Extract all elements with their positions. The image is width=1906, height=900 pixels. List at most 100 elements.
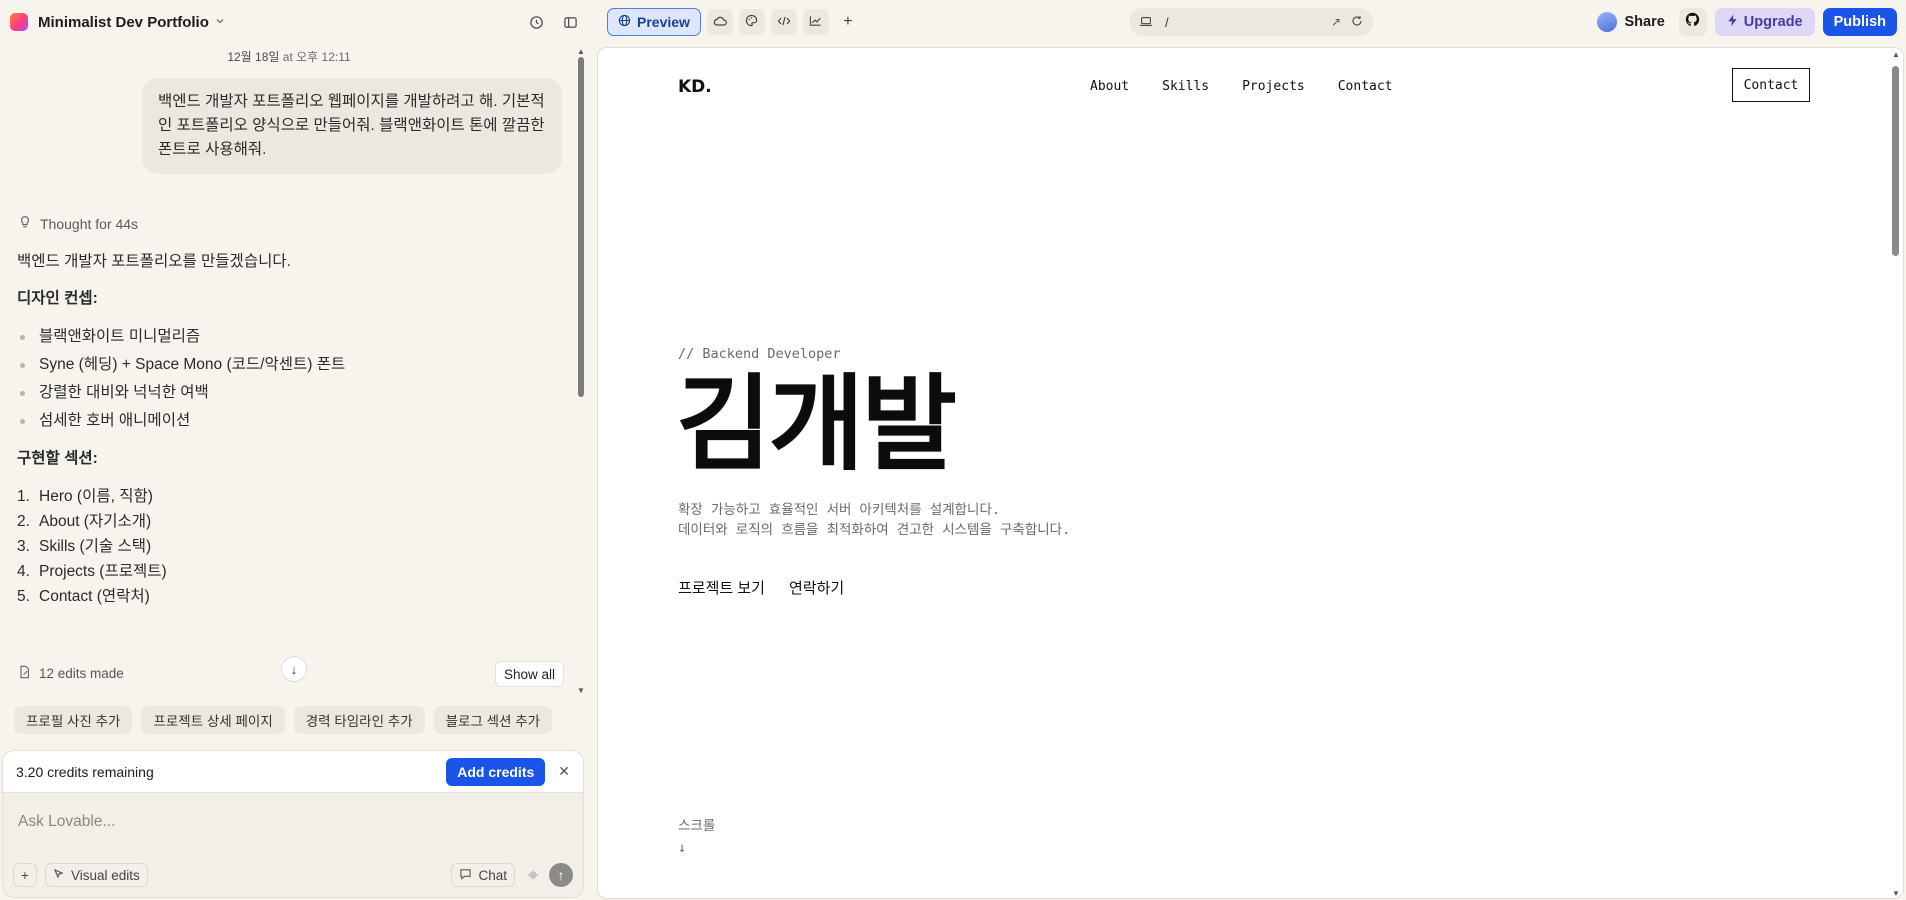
close-icon[interactable]: ✕ xyxy=(558,763,570,780)
chat-panel: Minimalist Dev Portfolio 12월 18일 at 오후 1… xyxy=(0,0,592,900)
nav-link-contact[interactable]: Contact xyxy=(1338,79,1393,94)
visual-edits-button[interactable]: Visual edits xyxy=(45,863,148,887)
scroll-up-arrow-icon[interactable]: ▲ xyxy=(577,47,585,56)
hero-tagline: // Backend Developer xyxy=(678,346,841,362)
scroll-hint[interactable]: 스크롤 ↓ xyxy=(678,815,715,859)
suggestion-chip[interactable]: 경력 타임라인 추가 xyxy=(293,706,425,734)
credits-remaining: 3.20 credits remaining xyxy=(16,763,154,780)
arrow-down-icon: ↓ xyxy=(678,840,687,856)
sections-list: 1. Hero (이름, 직함) 2. About (자기소개) 3. Skills … xyxy=(17,484,557,609)
scroll-up-arrow-icon[interactable]: ▲ xyxy=(1892,50,1900,59)
chat-icon xyxy=(459,868,472,883)
list-number: 3. xyxy=(17,538,30,555)
chat-thread[interactable]: 12월 18일 at 오후 12:11 백엔드 개발자 포트폴리오 웹페이지를 … xyxy=(0,44,584,699)
design-heading: 디자인 컨셉: xyxy=(17,290,98,307)
list-item: 1. Hero (이름, 직함) xyxy=(17,484,557,509)
chat-mode-button[interactable]: Chat xyxy=(451,863,515,887)
sidebar-icon[interactable] xyxy=(558,10,582,34)
list-label: About (자기소개) xyxy=(39,513,152,530)
preview-scrollbar[interactable]: ▲ ▼ xyxy=(1892,50,1900,898)
view-tabs: Preview + xyxy=(607,8,861,36)
view-projects-link[interactable]: 프로젝트 보기 xyxy=(678,577,765,599)
contact-link[interactable]: 연락하기 xyxy=(789,577,844,599)
attach-button[interactable]: + xyxy=(13,863,37,887)
suggestion-chip[interactable]: 블로그 섹션 추가 xyxy=(433,706,553,734)
share-label: Share xyxy=(1624,14,1665,30)
refresh-icon[interactable] xyxy=(1351,15,1363,30)
chevron-down-icon[interactable] xyxy=(215,16,225,29)
site-brand[interactable]: KD. xyxy=(678,77,712,97)
url-bar[interactable]: / ↗ xyxy=(1129,8,1373,36)
avatar xyxy=(1597,12,1618,32)
scrollbar-thumb[interactable] xyxy=(1892,66,1899,256)
tab-design[interactable] xyxy=(738,9,765,35)
hero-description: 확장 가능하고 효율적인 서버 아키텍처를 설계합니다. 데이터와 로직의 흐름… xyxy=(678,500,1070,540)
nav-link-about[interactable]: About xyxy=(1090,79,1129,94)
tab-code[interactable] xyxy=(770,9,797,35)
site-preview[interactable]: KD. About Skills Projects Contact Contac… xyxy=(597,47,1904,899)
list-number: 4. xyxy=(17,563,30,580)
pointer-icon xyxy=(53,868,65,883)
suggestion-chips: 프로필 사진 추가 프로젝트 상세 페이지 경력 타임라인 추가 블로그 섹션 … xyxy=(14,706,553,734)
lovable-logo[interactable] xyxy=(10,13,28,31)
scrollbar-thumb[interactable] xyxy=(578,57,584,397)
assistant-response: 백엔드 개발자 포트폴리오를 만들겠습니다. 디자인 컨셉: 블랙앤화이트 미니… xyxy=(17,250,557,609)
chat-input[interactable]: Ask Lovable... xyxy=(18,813,115,831)
site-nav-links: About Skills Projects Contact xyxy=(1090,79,1393,94)
timestamp-date: 12월 18일 xyxy=(227,50,280,64)
message-timestamp: 12월 18일 at 오후 12:11 xyxy=(0,48,578,65)
nav-link-projects[interactable]: Projects xyxy=(1242,79,1305,94)
url-actions: ↗ xyxy=(1331,15,1363,30)
hero-description-line: 데이터와 로직의 흐름을 최적화하여 견고한 시스템을 구축합니다. xyxy=(678,522,1071,538)
response-intro: 백엔드 개발자 포트폴리오를 만들겠습니다. xyxy=(17,253,291,270)
message-composer: Ask Lovable... + Visual edits Chat ↑ xyxy=(2,792,584,898)
upgrade-label: Upgrade xyxy=(1743,14,1803,30)
tab-analytics[interactable] xyxy=(802,9,829,35)
nav-link-skills[interactable]: Skills xyxy=(1162,79,1209,94)
list-item: 섬세한 호버 애니메이션 xyxy=(17,407,557,435)
thought-toggle[interactable]: Thought for 44s xyxy=(18,215,138,232)
chat-scrollbar[interactable]: ▲ ▼ xyxy=(577,47,585,695)
laptop-icon[interactable] xyxy=(1139,15,1153,30)
scroll-down-arrow-icon[interactable]: ▼ xyxy=(1892,889,1900,898)
tab-preview[interactable]: Preview xyxy=(607,8,701,36)
globe-icon xyxy=(618,14,631,30)
edits-summary[interactable]: 12 edits made xyxy=(18,665,124,682)
nav-contact-button[interactable]: Contact xyxy=(1732,68,1810,102)
history-icon[interactable] xyxy=(524,10,548,34)
project-title[interactable]: Minimalist Dev Portfolio xyxy=(38,14,209,31)
github-button[interactable] xyxy=(1678,8,1707,36)
suggestion-chip[interactable]: 프로필 사진 추가 xyxy=(14,706,133,734)
scroll-to-bottom-button[interactable]: ↓ xyxy=(281,656,307,682)
add-tab-button[interactable]: + xyxy=(835,9,861,35)
project-header: Minimalist Dev Portfolio xyxy=(0,0,592,44)
edits-label: 12 edits made xyxy=(39,666,124,681)
publish-button[interactable]: Publish xyxy=(1822,8,1897,36)
hero-actions: 프로젝트 보기 연락하기 xyxy=(678,577,844,599)
timestamp-time: at 오후 12:11 xyxy=(282,50,351,64)
external-link-icon[interactable]: ↗ xyxy=(1331,15,1341,30)
share-button[interactable]: Share xyxy=(1591,8,1670,36)
list-item: 5. Contact (연락처) xyxy=(17,584,557,609)
code-icon xyxy=(777,15,791,30)
list-label: Hero (이름, 직함) xyxy=(39,488,153,505)
bolt-icon xyxy=(1727,13,1738,31)
list-number: 1. xyxy=(17,488,30,505)
thought-label: Thought for 44s xyxy=(40,215,139,232)
list-item: 강렬한 대비와 넉넉한 여백 xyxy=(17,379,557,407)
scroll-label: 스크롤 xyxy=(678,818,716,834)
list-number: 5. xyxy=(17,588,30,605)
suggestion-chip[interactable]: 프로젝트 상세 페이지 xyxy=(141,706,285,734)
mic-icon[interactable] xyxy=(523,864,543,886)
show-all-button[interactable]: Show all xyxy=(495,661,565,687)
list-item: Syne (헤딩) + Space Mono (코드/악센트) 폰트 xyxy=(17,351,557,379)
send-icon: ↑ xyxy=(557,867,565,883)
palette-icon xyxy=(745,14,758,30)
add-credits-button[interactable]: Add credits xyxy=(446,757,546,786)
url-path[interactable]: / xyxy=(1165,15,1169,30)
file-edit-icon xyxy=(18,665,31,682)
upgrade-button[interactable]: Upgrade xyxy=(1714,8,1815,36)
tab-cloud[interactable] xyxy=(706,9,733,35)
scroll-down-arrow-icon[interactable]: ▼ xyxy=(577,686,585,695)
send-button[interactable]: ↑ xyxy=(549,863,573,887)
